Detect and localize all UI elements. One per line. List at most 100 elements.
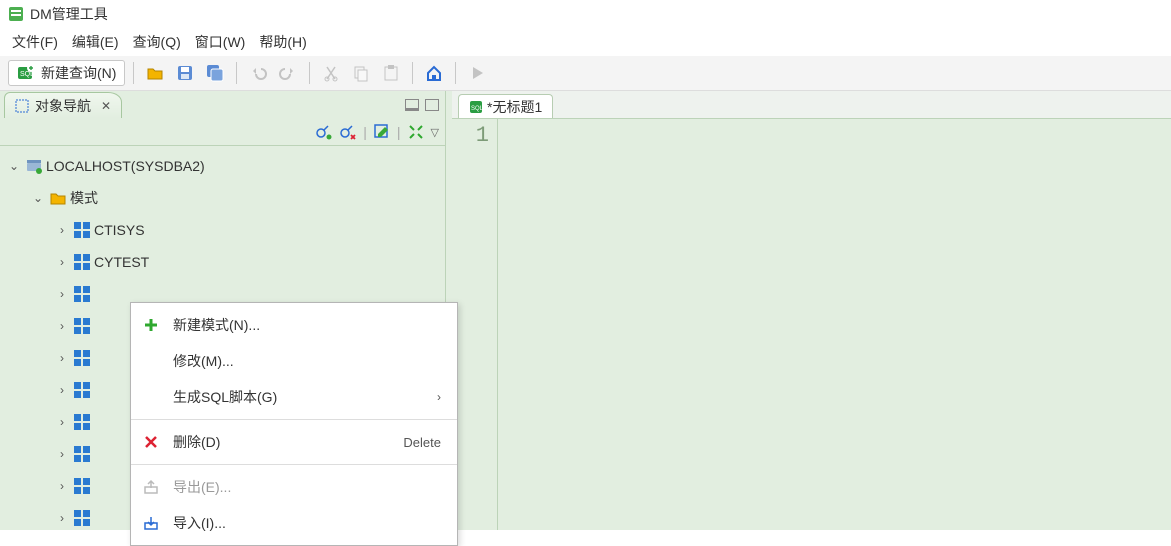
- main-toolbar: SQL 新建查询(N): [0, 56, 1171, 91]
- editor-tab[interactable]: SQL *无标题1: [458, 94, 553, 118]
- schema-icon: [74, 414, 90, 430]
- redo-button[interactable]: [275, 60, 301, 86]
- menu-separator: [131, 464, 457, 465]
- editor-tabbar: SQL *无标题1: [452, 91, 1171, 119]
- code-area[interactable]: [498, 119, 1171, 530]
- ctx-export: 导出(E)...: [131, 469, 457, 505]
- chevron-right-icon[interactable]: ›: [54, 287, 70, 301]
- schema-icon: [74, 318, 90, 334]
- menu-file[interactable]: 文件(F): [12, 32, 58, 52]
- navigator-tab[interactable]: 对象导航 ✕: [4, 92, 122, 118]
- ctx-label: 新建模式(N)...: [173, 315, 441, 335]
- app-icon: [8, 6, 24, 22]
- ctx-generate-sql[interactable]: 生成SQL脚本(G) ›: [131, 379, 457, 415]
- editor-panel: SQL *无标题1 1: [452, 91, 1171, 530]
- schema-icon: [74, 510, 90, 526]
- context-menu: 新建模式(N)... 修改(M)... 生成SQL脚本(G) › 删除(D) D…: [130, 302, 458, 546]
- copy-button[interactable]: [348, 60, 374, 86]
- svg-text:SQL: SQL: [20, 71, 34, 78]
- tree-schema-row[interactable]: › CYTEST: [6, 246, 445, 278]
- chevron-right-icon[interactable]: ›: [54, 351, 70, 365]
- ctx-label: 导入(I)...: [173, 513, 441, 533]
- open-button[interactable]: [142, 60, 168, 86]
- chevron-right-icon[interactable]: ›: [54, 511, 70, 525]
- ctx-delete[interactable]: 删除(D) Delete: [131, 424, 457, 460]
- navigator-toolbar: | | ▽: [0, 119, 445, 146]
- edit-icon[interactable]: [373, 123, 391, 141]
- chevron-right-icon[interactable]: ›: [54, 319, 70, 333]
- minimize-icon[interactable]: [405, 99, 419, 111]
- link-editor-icon[interactable]: [315, 123, 333, 141]
- ctx-label: 导出(E)...: [173, 477, 441, 497]
- svg-text:SQL: SQL: [471, 106, 483, 112]
- schema-icon: [74, 382, 90, 398]
- chevron-right-icon[interactable]: ›: [54, 415, 70, 429]
- expand-all-icon[interactable]: [407, 123, 425, 141]
- chevron-right-icon[interactable]: ›: [54, 383, 70, 397]
- run-button[interactable]: [464, 60, 490, 86]
- menu-query[interactable]: 查询(Q): [133, 32, 181, 52]
- save-button[interactable]: [172, 60, 198, 86]
- paste-button[interactable]: [378, 60, 404, 86]
- undo-button[interactable]: [245, 60, 271, 86]
- schemas-label: 模式: [70, 188, 98, 208]
- sql-file-icon: SQL: [469, 100, 483, 114]
- toolbar-separator: [133, 62, 134, 84]
- toolbar-separator: [412, 62, 413, 84]
- chevron-down-icon[interactable]: ⌄: [6, 159, 22, 173]
- schema-icon: [74, 286, 90, 302]
- menu-separator: [131, 419, 457, 420]
- export-icon: [141, 479, 161, 495]
- close-icon[interactable]: ✕: [101, 99, 111, 113]
- ctx-label: 删除(D): [173, 432, 391, 452]
- toolbar-separator: [309, 62, 310, 84]
- server-icon: [26, 158, 42, 174]
- sql-new-icon: SQL: [17, 64, 35, 82]
- schema-icon: [74, 350, 90, 366]
- ctx-label: 生成SQL脚本(G): [173, 387, 425, 407]
- line-gutter: 1: [452, 119, 498, 530]
- chevron-right-icon[interactable]: ›: [54, 223, 70, 237]
- editor-tab-label: *无标题1: [487, 97, 542, 117]
- ctx-import[interactable]: 导入(I)...: [131, 505, 457, 541]
- chevron-down-icon[interactable]: ⌄: [30, 191, 46, 205]
- save-all-button[interactable]: [202, 60, 228, 86]
- import-icon: [141, 515, 161, 531]
- window-titlebar: DM管理工具: [0, 0, 1171, 28]
- chevron-right-icon[interactable]: ›: [54, 479, 70, 493]
- view-menu-icon[interactable]: ▽: [431, 126, 439, 139]
- tree-schemas-row[interactable]: ⌄ 模式: [6, 182, 445, 214]
- menubar: 文件(F) 编辑(E) 查询(Q) 窗口(W) 帮助(H): [0, 28, 1171, 56]
- maximize-icon[interactable]: [425, 99, 439, 111]
- tree-root-label: LOCALHOST(SYSDBA2): [46, 158, 205, 174]
- schema-icon: [74, 478, 90, 494]
- new-query-button[interactable]: SQL 新建查询(N): [8, 60, 125, 86]
- ctx-new-schema[interactable]: 新建模式(N)...: [131, 307, 457, 343]
- schema-icon: [74, 222, 90, 238]
- line-number: 1: [452, 123, 489, 148]
- chevron-right-icon[interactable]: ›: [54, 255, 70, 269]
- new-query-label: 新建查询(N): [41, 63, 116, 83]
- menu-help[interactable]: 帮助(H): [259, 32, 306, 52]
- ctx-accelerator: Delete: [403, 435, 441, 450]
- link-break-icon[interactable]: [339, 123, 357, 141]
- menu-edit[interactable]: 编辑(E): [72, 32, 119, 52]
- x-red-icon: [141, 435, 161, 449]
- schema-icon: [74, 446, 90, 462]
- editor-body: 1: [452, 119, 1171, 530]
- toolbar-separator: [236, 62, 237, 84]
- plus-icon: [141, 317, 161, 333]
- ctx-label: 修改(M)...: [173, 351, 441, 371]
- ctx-modify[interactable]: 修改(M)...: [131, 343, 457, 379]
- cut-button[interactable]: [318, 60, 344, 86]
- menu-window[interactable]: 窗口(W): [195, 32, 246, 52]
- home-button[interactable]: [421, 60, 447, 86]
- navigator-tab-label: 对象导航: [35, 96, 91, 116]
- schema-label: CYTEST: [94, 254, 149, 270]
- schema-icon: [74, 254, 90, 270]
- tree-root-row[interactable]: ⌄ LOCALHOST(SYSDBA2): [6, 150, 445, 182]
- chevron-right-icon[interactable]: ›: [54, 447, 70, 461]
- tree-schema-row[interactable]: › CTISYS: [6, 214, 445, 246]
- navigator-view-controls: [405, 99, 439, 111]
- toolbar-separator: [455, 62, 456, 84]
